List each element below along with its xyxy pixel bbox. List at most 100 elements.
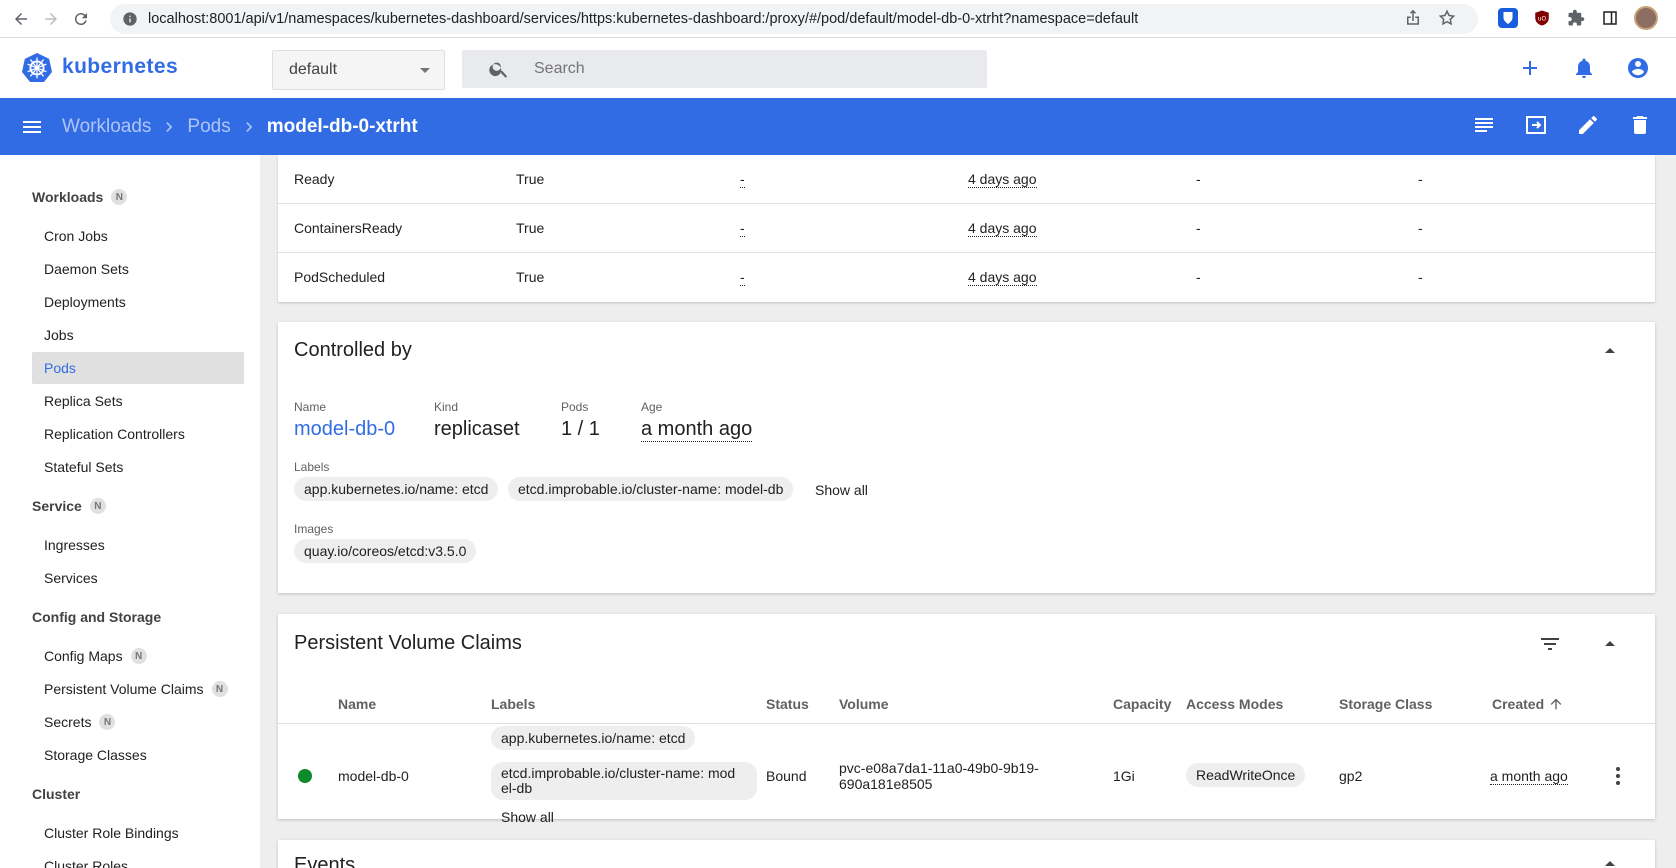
label-chip: app.kubernetes.io/name: etcd: [294, 477, 499, 501]
images-label: Images: [294, 522, 334, 536]
filter-icon[interactable]: [1538, 632, 1562, 656]
namespaced-badge: N: [89, 498, 106, 514]
sidebar-item-services[interactable]: Services: [32, 562, 244, 594]
breadcrumb: Workloads Pods model-db-0-xtrht: [62, 116, 418, 138]
sort-ascending-arrow-icon: [1550, 698, 1562, 710]
kubernetes-wheel-icon: [22, 52, 52, 82]
condition-last-probe: -: [740, 269, 745, 286]
pvc-capacity: 1Gi: [1113, 768, 1135, 784]
column-header-storage-class: Storage Class: [1339, 696, 1433, 712]
column-header-name[interactable]: Name: [338, 696, 376, 712]
label-chip: etcd.improbable.io/cluster-name: mod el-…: [491, 762, 757, 800]
sidebar-item-secrets[interactable]: Secrets N: [32, 706, 244, 738]
breadcrumb-workloads[interactable]: Workloads: [62, 116, 151, 138]
sidebar-section-config-storage[interactable]: Config and Storage: [32, 609, 161, 625]
condition-message: -: [1418, 220, 1423, 236]
show-all-labels-link[interactable]: Show all: [815, 482, 868, 498]
namespace-select[interactable]: default: [272, 50, 445, 90]
back-icon[interactable]: [6, 4, 36, 34]
controlled-by-card: Controlled by Name model-db-0 Kind repli…: [278, 322, 1655, 593]
volume-link[interactable]: pvc-e08a7da1-11a0-49b0-9b19- 690a181e850…: [839, 760, 1039, 792]
sidebar-item-stateful-sets[interactable]: Stateful Sets: [32, 451, 244, 483]
add-icon[interactable]: [1518, 56, 1542, 80]
card-title: Controlled by: [294, 339, 412, 361]
sidebar-item-jobs[interactable]: Jobs: [32, 319, 244, 351]
chevron-right-icon: [245, 121, 253, 132]
show-all-labels-link[interactable]: Show all: [501, 809, 554, 825]
side-panel-icon[interactable]: [1600, 8, 1620, 28]
card-title: Persistent Volume Claims: [294, 632, 522, 654]
sidebar-item-config-maps[interactable]: Config Maps N: [32, 640, 244, 672]
item-label: Config Maps: [44, 648, 123, 664]
sidebar-section-cluster[interactable]: Cluster: [32, 786, 80, 802]
reload-icon[interactable]: [66, 4, 96, 34]
condition-last-transition: 4 days ago: [968, 269, 1037, 286]
sidebar-item-daemon-sets[interactable]: Daemon Sets: [32, 253, 244, 285]
namespaced-badge: N: [99, 714, 116, 730]
logs-icon[interactable]: [1472, 113, 1496, 137]
info-icon[interactable]: [122, 11, 138, 27]
column-header-labels: Labels: [491, 696, 536, 712]
more-vert-icon[interactable]: [1606, 764, 1630, 788]
sidebar-item-replica-sets[interactable]: Replica Sets: [32, 385, 244, 417]
condition-status: True: [516, 269, 545, 285]
column-header-created[interactable]: Created: [1492, 696, 1564, 712]
ublock-icon[interactable]: uO: [1532, 8, 1552, 28]
table-row: Ready True - 4 days ago - -: [278, 155, 1655, 204]
condition-last-transition: 4 days ago: [968, 171, 1037, 188]
account-icon[interactable]: [1626, 56, 1650, 80]
bookmark-star-icon[interactable]: [1438, 9, 1456, 27]
condition-reason: -: [1196, 171, 1201, 187]
sidebar-item-persistent-volume-claims[interactable]: Persistent Volume Claims N: [32, 673, 244, 705]
namespace-value: default: [289, 61, 338, 78]
collapse-chevron-icon[interactable]: [1598, 632, 1622, 656]
pvc-storage-class: gp2: [1339, 768, 1363, 784]
sidebar-item-pods[interactable]: Pods: [32, 352, 244, 384]
section-title: Config and Storage: [32, 609, 162, 625]
edit-pencil-icon[interactable]: [1576, 113, 1600, 137]
forward-icon[interactable]: [36, 4, 66, 34]
section-title: Workloads: [32, 189, 104, 205]
condition-last-transition: 4 days ago: [968, 220, 1037, 237]
sidebar-item-deployments[interactable]: Deployments: [32, 286, 244, 318]
volume-line: pvc-e08a7da1-11a0-49b0-9b19-: [839, 760, 1039, 776]
sidebar-item-cluster-role-bindings[interactable]: Cluster Role Bindings: [32, 817, 244, 849]
address-bar[interactable]: localhost:8001/api/v1/namespaces/kuberne…: [110, 4, 1478, 34]
menu-icon[interactable]: [20, 115, 44, 139]
sidebar-item-cron-jobs[interactable]: Cron Jobs: [32, 220, 244, 252]
pvc-name-link[interactable]: model-db-0: [338, 768, 409, 784]
sidebar-item-storage-classes[interactable]: Storage Classes: [32, 739, 244, 771]
extensions-puzzle-icon[interactable]: [1566, 8, 1586, 28]
sidebar-item-replication-controllers[interactable]: Replication Controllers: [32, 418, 244, 450]
condition-reason: -: [1196, 220, 1201, 236]
delete-trash-icon[interactable]: [1628, 113, 1652, 137]
collapse-chevron-icon[interactable]: [1598, 339, 1622, 363]
sidebar-item-ingresses[interactable]: Ingresses: [32, 529, 244, 561]
breadcrumb-toolbar: Workloads Pods model-db-0-xtrht: [0, 98, 1676, 155]
section-title: Cluster: [32, 786, 81, 802]
url-text: localhost:8001/api/v1/namespaces/kuberne…: [148, 11, 1139, 27]
kubernetes-logo[interactable]: kubernetes: [22, 52, 178, 82]
sidebar-section-workloads[interactable]: Workloads N: [32, 189, 128, 205]
collapse-chevron-icon[interactable]: [1598, 852, 1622, 868]
search-input[interactable]: [534, 60, 934, 78]
sidebar-section-service[interactable]: Service N: [32, 498, 106, 514]
svg-text:uO: uO: [1538, 15, 1547, 22]
notifications-bell-icon[interactable]: [1572, 56, 1596, 80]
sidebar-item-cluster-roles[interactable]: Cluster Roles: [32, 850, 244, 868]
breadcrumb-pods[interactable]: Pods: [187, 116, 230, 138]
column-header-capacity: Capacity: [1113, 696, 1172, 712]
dropdown-caret-icon: [420, 68, 430, 73]
section-title: Service: [32, 498, 82, 514]
exec-shell-icon[interactable]: [1524, 113, 1548, 137]
table-row: ContainersReady True - 4 days ago - -: [278, 204, 1655, 253]
condition-message: -: [1418, 171, 1423, 187]
search-box[interactable]: [462, 50, 987, 88]
condition-last-probe: -: [740, 171, 745, 188]
profile-avatar[interactable]: [1634, 6, 1658, 30]
share-icon[interactable]: [1404, 9, 1422, 27]
controller-name-link[interactable]: model-db-0: [294, 418, 395, 441]
bitwarden-icon[interactable]: [1498, 8, 1518, 28]
table-row: PodScheduled True - 4 days ago - -: [278, 253, 1655, 302]
chevron-right-icon: [166, 121, 173, 132]
